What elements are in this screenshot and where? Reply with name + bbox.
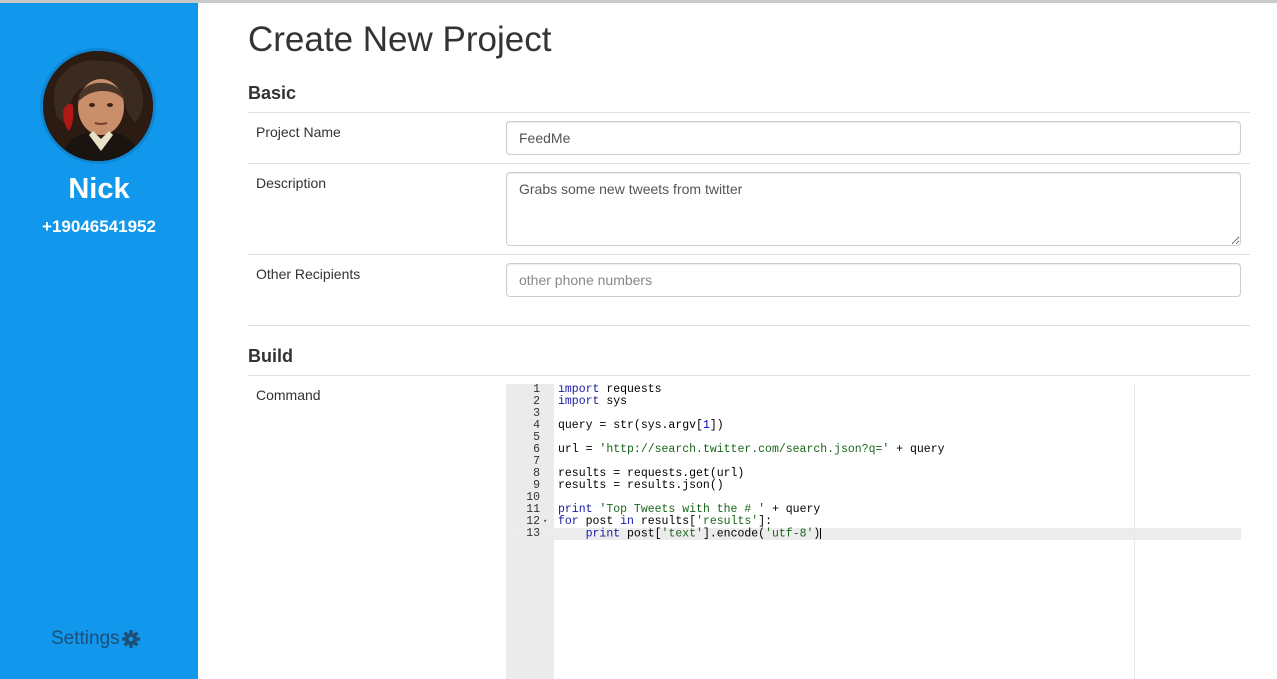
user-name: Nick (68, 173, 130, 205)
code-text: query = str(sys.argv[1]) (558, 419, 724, 432)
divider (248, 254, 1250, 255)
code-line[interactable]: 13 print post['text'].encode('utf-8') (506, 528, 1241, 540)
code-text: results = results.json() (558, 479, 724, 492)
other-recipients-label: Other Recipients (256, 266, 361, 282)
settings-link[interactable]: Settings (51, 627, 141, 651)
code-text: url = 'http://search.twitter.com/search.… (558, 443, 945, 456)
code-line[interactable]: 6 url = 'http://search.twitter.com/search… (506, 444, 1241, 456)
avatar-portrait-icon (43, 51, 153, 161)
code-line[interactable]: 12 ▾ for post in results['results']: (506, 516, 1241, 528)
code-text: print post['text'].encode('utf-8') (585, 527, 822, 541)
code-text: import sys (558, 395, 628, 408)
other-recipients-input[interactable] (506, 263, 1241, 297)
section-divider (248, 325, 1250, 326)
code-line[interactable]: 2 import sys (506, 396, 1241, 408)
project-name-input[interactable] (506, 121, 1241, 155)
divider (248, 163, 1250, 164)
project-name-label: Project Name (256, 124, 341, 140)
build-section-title: Build (248, 346, 293, 366)
text-cursor (820, 528, 822, 539)
command-label: Command (256, 387, 321, 403)
divider (248, 112, 1250, 113)
code-text: for post in results['results']: (558, 515, 773, 528)
avatar[interactable] (40, 48, 156, 164)
fold-toggle-icon[interactable]: ▾ (543, 516, 547, 528)
basic-section-title: Basic (248, 83, 297, 103)
command-code-editor[interactable]: 1 import requests 2 import sys 3 4 query = str… (506, 384, 1241, 679)
settings-label: Settings (51, 628, 120, 649)
page-title: Create New Project (248, 20, 552, 59)
divider (248, 375, 1250, 376)
code-line[interactable]: 4 query = str(sys.argv[1]) (506, 420, 1241, 432)
line-number: 13 (526, 527, 540, 540)
user-phone: +19046541952 (42, 217, 156, 236)
description-label: Description (256, 175, 327, 191)
gear-icon (121, 630, 140, 648)
code-line[interactable]: 9 results = results.json() (506, 480, 1241, 492)
description-textarea[interactable]: Grabs some new tweets from twitter (506, 172, 1241, 246)
sidebar: Nick +19046541952 Settings (0, 3, 198, 679)
